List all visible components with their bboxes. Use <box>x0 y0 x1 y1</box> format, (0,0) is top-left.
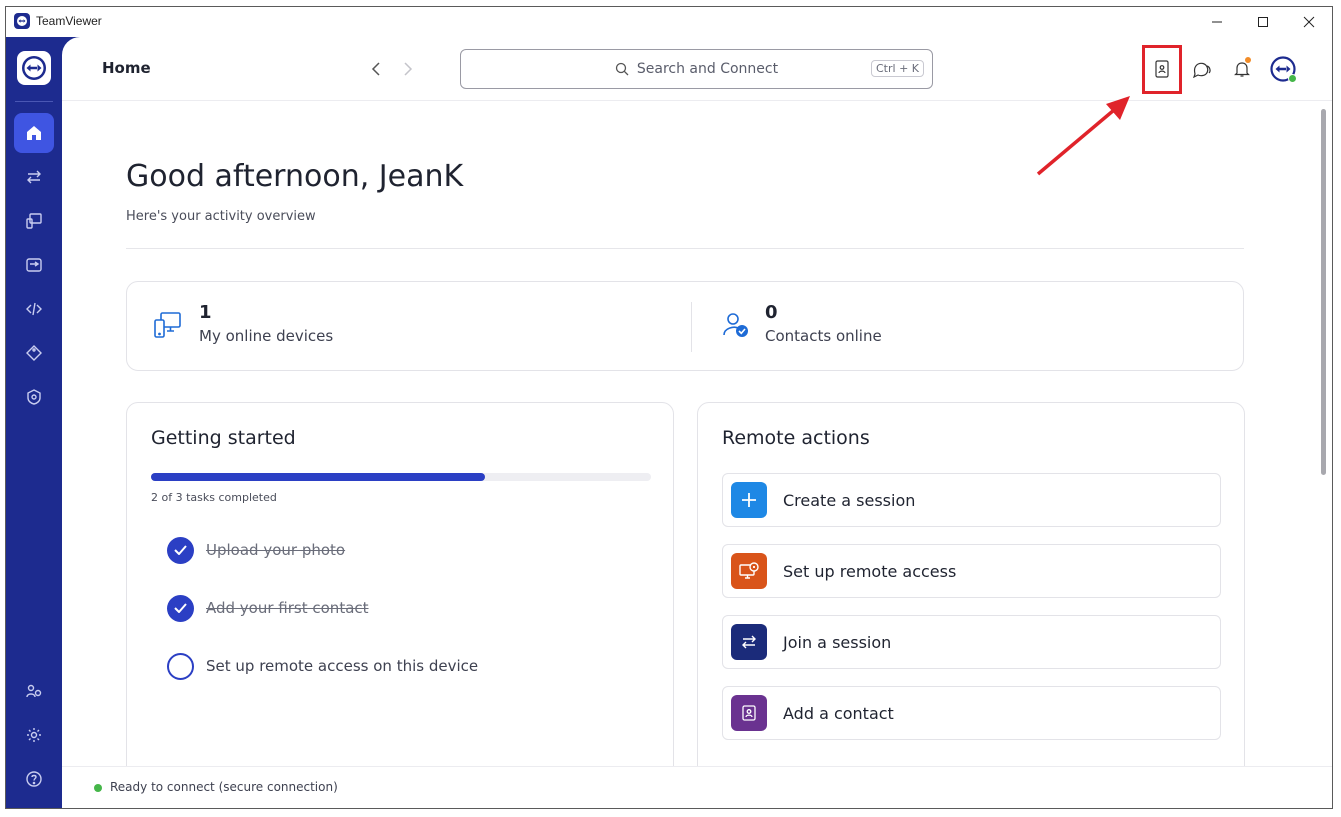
task-label: Upload your photo <box>206 541 346 559</box>
forward-button[interactable] <box>398 59 418 79</box>
task-add-contact[interactable]: Add your first contact <box>167 594 369 622</box>
remote-monitor-icon <box>731 553 767 589</box>
page-title: Home <box>102 59 151 77</box>
minimize-button[interactable] <box>1194 7 1240 37</box>
action-label: Set up remote access <box>783 561 957 581</box>
sidebar-item-developer[interactable] <box>14 289 54 329</box>
help-icon <box>26 771 42 787</box>
back-button[interactable] <box>366 59 386 79</box>
contacts-count: 0 <box>765 302 778 323</box>
chat-icon <box>1193 62 1211 78</box>
online-status-dot <box>1288 74 1297 83</box>
transfer-icon <box>27 170 41 184</box>
sidebar-divider <box>15 101 53 102</box>
chevron-left-icon <box>371 62 380 76</box>
sessions-icon <box>26 258 42 272</box>
top-bar: Home Search and Connect Ctrl + K <box>62 37 1332 101</box>
maximize-button[interactable] <box>1240 7 1286 37</box>
teamviewer-logo-icon <box>14 13 30 29</box>
connection-status-dot <box>94 784 102 792</box>
action-label: Create a session <box>783 490 916 510</box>
contact-book-icon <box>1155 60 1169 78</box>
sidebar <box>6 37 62 808</box>
teamviewer-logo[interactable] <box>17 51 51 85</box>
contacts-online-icon <box>721 310 751 344</box>
stats-divider <box>691 302 692 352</box>
transfer-icon <box>731 624 767 660</box>
main-panel: Home Search and Connect Ctrl + K Good af… <box>62 37 1332 808</box>
devices-icon <box>153 310 183 344</box>
check-circle-icon <box>167 536 194 564</box>
home-icon <box>27 126 41 140</box>
progress-text: 2 of 3 tasks completed <box>151 491 277 504</box>
action-label: Join a session <box>783 632 892 652</box>
action-label: Add a contact <box>783 703 894 723</box>
task-label: Set up remote access on this device <box>206 657 479 675</box>
task-label: Add your first contact <box>206 599 369 617</box>
sidebar-item-security[interactable] <box>14 377 54 417</box>
code-icon <box>26 302 42 316</box>
devices-count: 1 <box>199 302 212 323</box>
contacts-label: Contacts online <box>765 327 882 345</box>
notifications-button[interactable] <box>1228 55 1256 83</box>
sidebar-item-tags[interactable] <box>14 333 54 373</box>
shield-gear-icon <box>27 389 41 405</box>
tasks-progress-bar <box>151 473 651 481</box>
close-button[interactable] <box>1286 7 1332 37</box>
chat-button[interactable] <box>1188 55 1216 83</box>
devices-stat[interactable]: 1 My online devices <box>199 302 333 345</box>
devices-label: My online devices <box>199 327 334 345</box>
status-text: Ready to connect (secure connection) <box>110 780 338 794</box>
greeting-heading: Good afternoon, JeanK <box>126 159 464 194</box>
tag-icon <box>26 345 42 361</box>
empty-circle-icon <box>167 652 194 680</box>
notification-badge <box>1245 57 1251 63</box>
settings-icon <box>27 728 41 742</box>
getting-started-card: Getting started 2 of 3 tasks completed U… <box>126 402 674 808</box>
vertical-scrollbar[interactable] <box>1321 109 1326 475</box>
search-shortcut-badge: Ctrl + K <box>871 60 924 77</box>
title-bar: TeamViewer <box>6 7 1332 37</box>
contact-book-icon <box>731 695 767 731</box>
contacts-stat[interactable]: 0 Contacts online <box>765 302 882 345</box>
window-title: TeamViewer <box>36 14 102 28</box>
annotation-arrow <box>1036 96 1130 176</box>
search-input[interactable]: Search and Connect Ctrl + K <box>460 49 933 89</box>
sidebar-item-devices[interactable] <box>14 201 54 241</box>
header-divider <box>126 248 1244 249</box>
remote-actions-title: Remote actions <box>722 427 870 449</box>
status-bar: Ready to connect (secure connection) <box>62 766 1332 808</box>
contacts-book-button[interactable] <box>1148 55 1176 83</box>
setup-remote-access-button[interactable]: Set up remote access <box>722 544 1221 598</box>
check-circle-icon <box>167 594 194 622</box>
getting-started-title: Getting started <box>151 427 296 449</box>
plus-icon <box>731 482 767 518</box>
sidebar-item-home[interactable] <box>14 113 54 153</box>
join-session-button[interactable]: Join a session <box>722 615 1221 669</box>
search-icon <box>615 62 629 76</box>
devices-icon <box>26 213 42 229</box>
people-gear-icon <box>26 684 42 698</box>
search-placeholder: Search and Connect <box>636 61 779 77</box>
sidebar-item-integrations[interactable] <box>14 671 54 711</box>
sidebar-item-connections[interactable] <box>14 157 54 197</box>
add-contact-button[interactable]: Add a contact <box>722 686 1221 740</box>
task-upload-photo[interactable]: Upload your photo <box>167 536 345 564</box>
account-avatar[interactable] <box>1268 54 1298 84</box>
sidebar-item-settings[interactable] <box>14 715 54 755</box>
task-setup-remote-access[interactable]: Set up remote access on this device <box>167 652 478 680</box>
chevron-right-icon <box>404 62 413 76</box>
sidebar-item-help[interactable] <box>14 759 54 799</box>
stats-card: 1 My online devices 0 Contacts online <box>126 281 1244 371</box>
sidebar-item-sessions[interactable] <box>14 245 54 285</box>
remote-actions-card: Remote actions Create a session Set up r… <box>697 402 1245 808</box>
create-session-button[interactable]: Create a session <box>722 473 1221 527</box>
greeting-subtitle: Here's your activity overview <box>126 209 316 224</box>
progress-fill <box>151 473 485 481</box>
